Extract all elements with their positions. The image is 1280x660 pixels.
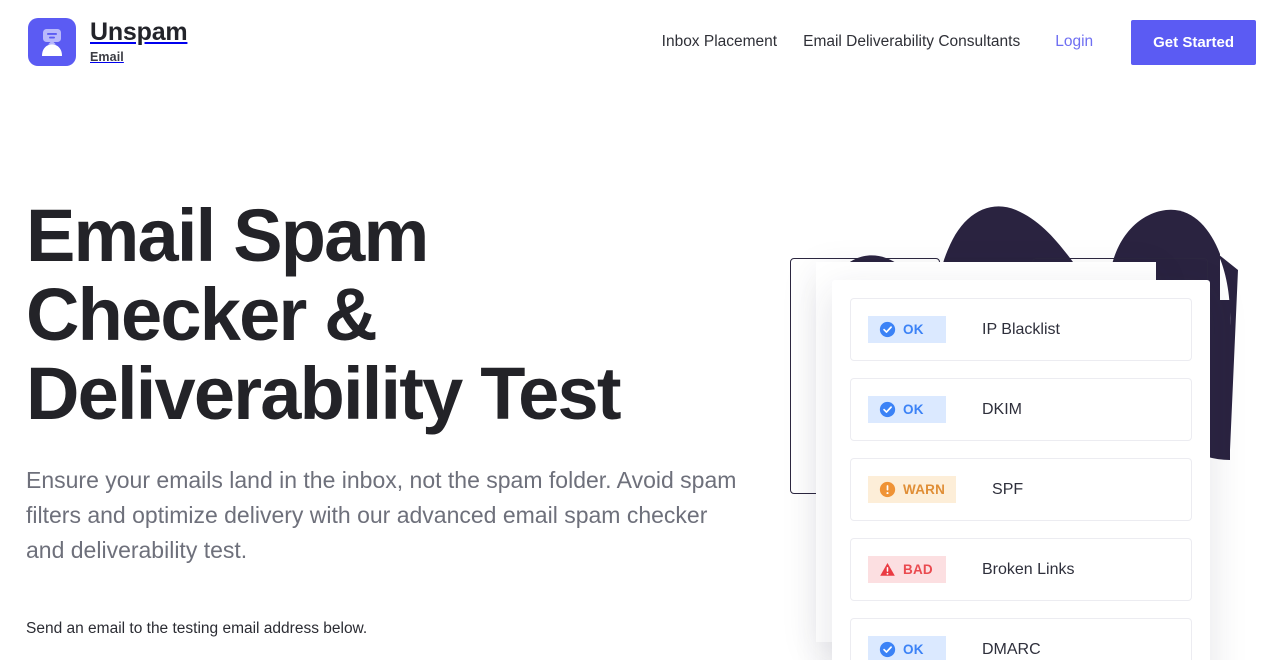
check-circle-icon	[879, 641, 896, 658]
check-circle-icon	[879, 321, 896, 338]
status-badge: OK	[868, 396, 946, 423]
status-label: OK	[903, 322, 924, 337]
brand-tagline: Email	[90, 50, 124, 65]
status-label: OK	[903, 402, 924, 417]
nav-item-email-deliverability-consultants[interactable]: Email Deliverability Consultants	[790, 33, 1033, 51]
status-badge: BAD	[868, 556, 946, 583]
status-label: BAD	[903, 562, 933, 577]
check-circle-icon	[879, 401, 896, 418]
status-label: WARN	[903, 482, 946, 497]
status-badge: WARN	[868, 476, 957, 503]
hero-illustration: OK IP Blacklist OK DKIM WARN SPF BAD Bro…	[760, 150, 1280, 660]
landing-page: Unspam Email Inbox Placement Email Deliv…	[0, 0, 1280, 660]
main-nav: Inbox Placement Email Deliverability Con…	[649, 19, 1256, 65]
nav-item-inbox-placement[interactable]: Inbox Placement	[649, 33, 790, 51]
status-badge: OK	[868, 316, 946, 343]
warning-circle-icon	[879, 481, 896, 498]
check-name: Broken Links	[982, 560, 1075, 578]
table-row[interactable]: OK DKIM	[850, 378, 1192, 441]
brand-logo-link[interactable]: Unspam Email	[28, 18, 188, 66]
alert-triangle-icon	[880, 563, 895, 576]
brand-name: Unspam	[90, 18, 188, 47]
table-row[interactable]: WARN SPF	[850, 458, 1192, 521]
check-name: DMARC	[982, 640, 1041, 658]
results-panel: OK IP Blacklist OK DKIM WARN SPF BAD Bro…	[832, 280, 1210, 660]
table-row[interactable]: OK DMARC	[850, 618, 1192, 660]
page-title: Email Spam Checker & Deliverability Test	[26, 194, 621, 435]
check-name: IP Blacklist	[982, 320, 1060, 338]
hero-text-column: Email Spam Checker & Deliverability Test…	[26, 196, 786, 638]
status-label: OK	[903, 642, 924, 657]
check-name: DKIM	[982, 400, 1022, 418]
table-row[interactable]: BAD Broken Links	[850, 538, 1192, 601]
check-name: SPF	[992, 480, 1024, 498]
nav-item-login[interactable]: Login	[1033, 33, 1109, 51]
table-row[interactable]: OK IP Blacklist	[850, 298, 1192, 361]
brand-text: Unspam Email	[90, 18, 188, 65]
site-header: Unspam Email Inbox Placement Email Deliv…	[0, 0, 1280, 84]
hero-instruction-note: Send an email to the testing email addre…	[26, 620, 368, 637]
status-badge: OK	[868, 636, 946, 660]
unspam-envelope-icon	[28, 18, 76, 66]
get-started-button[interactable]: Get Started	[1131, 19, 1256, 65]
hero-subtitle: Ensure your emails land in the inbox, no…	[26, 467, 737, 563]
